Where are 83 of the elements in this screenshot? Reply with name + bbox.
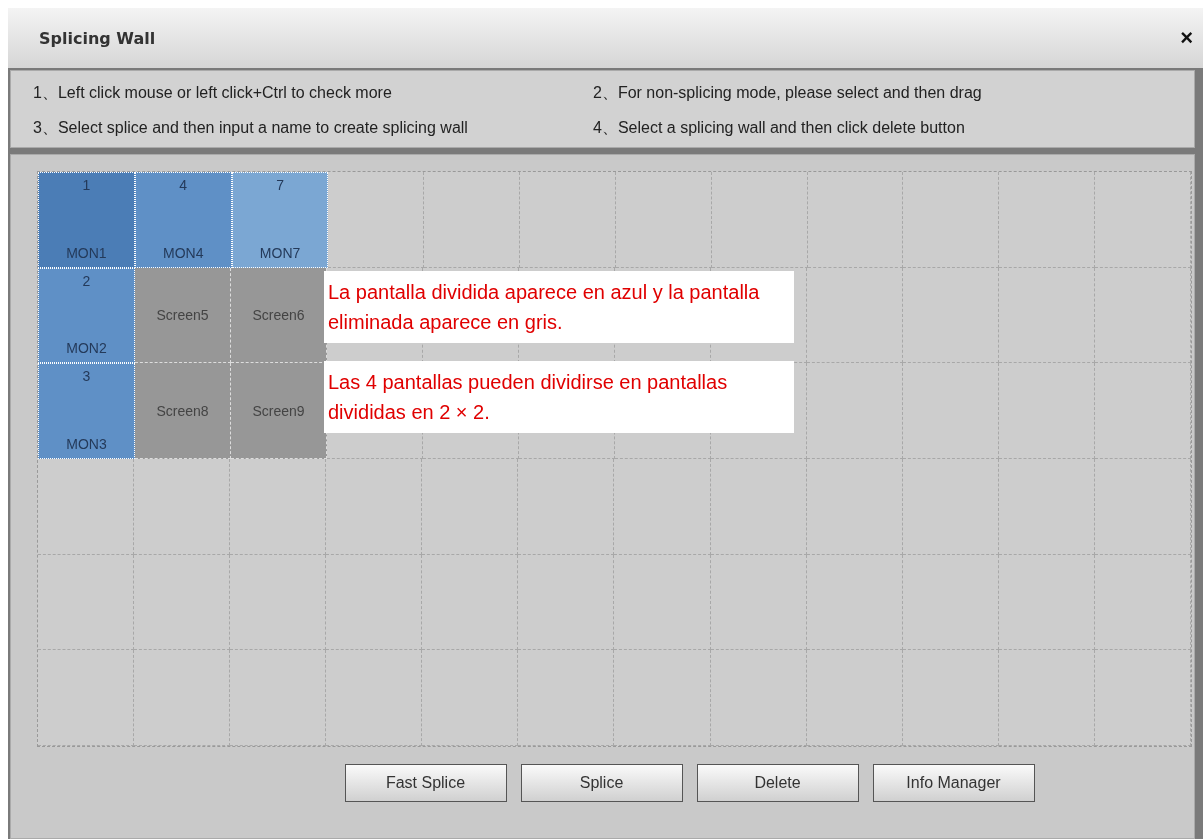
monitor-number: 4 (179, 177, 188, 193)
empty-slot[interactable] (902, 650, 999, 747)
empty-slot[interactable] (998, 554, 1095, 651)
empty-slot[interactable] (998, 650, 1095, 747)
empty-slot[interactable] (806, 459, 903, 555)
monitor-number: 3 (82, 368, 91, 385)
empty-slot[interactable] (1094, 459, 1191, 555)
action-button[interactable]: Splice (520, 764, 683, 802)
instruction-text: 3、Select splice and then input a name to create splicing wall (33, 118, 469, 138)
monitor-label: MON2 (66, 340, 107, 357)
instruction-text: 2、For non-splicing mode, please select and then drag (593, 83, 983, 103)
empty-slot[interactable] (999, 172, 1096, 268)
empty-slot[interactable] (807, 267, 903, 364)
empty-slot[interactable] (614, 650, 711, 747)
empty-slot[interactable] (615, 172, 712, 268)
empty-slot[interactable] (903, 363, 999, 459)
empty-slot[interactable] (998, 459, 1095, 555)
empty-slot[interactable] (1094, 554, 1191, 651)
monitor-tile[interactable]: 7 MON7 (231, 172, 329, 268)
empty-slot[interactable] (38, 554, 135, 651)
empty-slot[interactable] (1094, 650, 1191, 747)
empty-slot[interactable] (1095, 363, 1191, 459)
empty-slot[interactable] (710, 650, 807, 747)
monitor-number: 1 (82, 177, 91, 193)
empty-slot[interactable] (134, 459, 231, 555)
close-button[interactable]: × (1176, 25, 1197, 51)
monitor-label: MON3 (66, 436, 107, 452)
empty-slot[interactable] (903, 267, 999, 364)
empty-slot[interactable] (806, 650, 903, 747)
empty-slot[interactable] (710, 459, 807, 555)
empty-slot[interactable] (902, 554, 999, 651)
empty-slot[interactable] (518, 459, 615, 555)
monitor-label: MON4 (163, 244, 204, 261)
monitor-tile[interactable]: 1 MON1 (38, 172, 135, 268)
empty-slot[interactable] (902, 459, 999, 555)
empty-slot[interactable] (422, 459, 519, 555)
monitor-number: 2 (82, 272, 91, 289)
screen-tile[interactable]: Screen8 (135, 363, 231, 459)
annotation-tooltip: La pantalla dividida aparece en azul y la pantalla eliminada aparece en gris. (324, 271, 794, 343)
window-title: Splicing Wall (39, 28, 156, 48)
empty-slot[interactable] (230, 459, 327, 555)
monitor-tile[interactable]: 2 MON2 (38, 267, 135, 364)
instruction-text: 4、Select a splicing wall and then click delete button (593, 118, 966, 138)
screen-tile[interactable]: Screen5 (135, 267, 231, 364)
monitor-tile[interactable]: 4 MON4 (134, 172, 232, 268)
action-button[interactable]: Info Manager (872, 764, 1035, 802)
empty-slot[interactable] (326, 554, 423, 651)
empty-slot[interactable] (806, 554, 903, 651)
empty-slot[interactable] (326, 650, 423, 747)
empty-slot[interactable] (710, 554, 807, 651)
empty-slot[interactable] (230, 650, 327, 747)
empty-slot[interactable] (230, 554, 327, 651)
empty-slot[interactable] (134, 554, 231, 651)
empty-slot[interactable] (711, 172, 808, 268)
monitor-label: MON1 (66, 244, 107, 261)
empty-slot[interactable] (999, 267, 1095, 364)
monitor-label: MON7 (259, 244, 301, 261)
empty-slot[interactable] (520, 172, 616, 268)
empty-slot[interactable] (807, 172, 904, 268)
empty-slot[interactable] (518, 650, 615, 747)
empty-slot[interactable] (614, 554, 711, 651)
empty-slot[interactable] (614, 459, 711, 555)
empty-slot[interactable] (38, 650, 135, 747)
empty-slot[interactable] (134, 650, 231, 747)
empty-slot[interactable] (1095, 267, 1191, 364)
empty-slot[interactable] (999, 363, 1095, 459)
screen-tile[interactable]: Screen6 (231, 267, 327, 364)
screen-tile[interactable]: Screen9 (231, 363, 327, 459)
empty-slot[interactable] (518, 554, 615, 651)
empty-slot[interactable] (38, 459, 135, 555)
monitor-tile[interactable]: 3 MON3 (38, 363, 135, 459)
action-button[interactable]: Delete (696, 764, 859, 802)
empty-slot[interactable] (422, 650, 519, 747)
empty-slot[interactable] (807, 363, 903, 459)
empty-slot[interactable] (903, 172, 1000, 268)
empty-slot[interactable] (326, 459, 423, 555)
monitor-number: 7 (276, 177, 284, 193)
empty-slot[interactable] (1095, 172, 1191, 268)
empty-slot[interactable] (424, 172, 521, 268)
instruction-text: 1、Left click mouse or left click+Ctrl to check more (33, 83, 393, 103)
action-button[interactable]: Fast Splice (344, 764, 507, 802)
annotation-tooltip: Las 4 pantallas pueden dividirse en pantallas divididas en 2 × 2. (324, 361, 794, 433)
empty-slot[interactable] (422, 554, 519, 651)
